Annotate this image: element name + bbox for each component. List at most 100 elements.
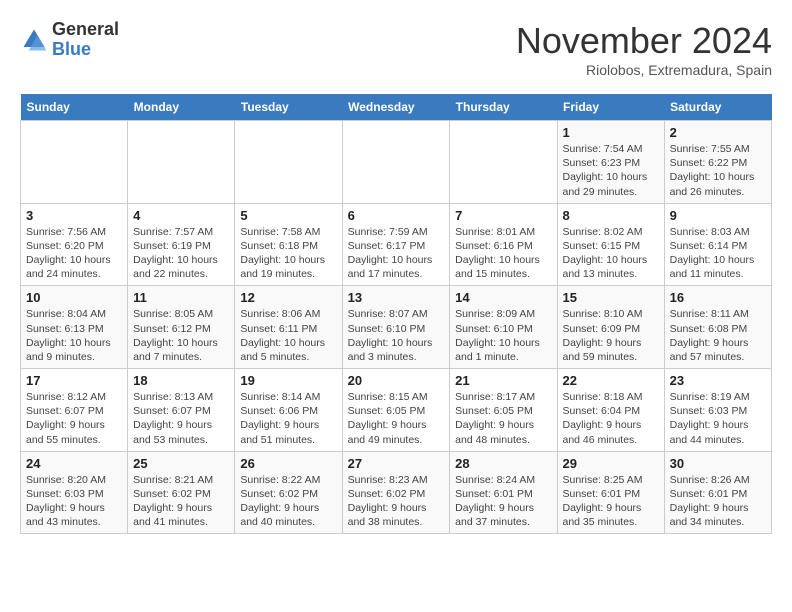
header-thursday: Thursday	[450, 94, 557, 121]
month-title: November 2024	[516, 20, 772, 62]
day-info: Sunrise: 8:11 AMSunset: 6:08 PMDaylight:…	[670, 307, 766, 364]
day-info: Sunrise: 7:54 AMSunset: 6:23 PMDaylight:…	[563, 142, 659, 199]
title-area: November 2024 Riolobos, Extremadura, Spa…	[516, 20, 772, 78]
day-info: Sunrise: 7:58 AMSunset: 6:18 PMDaylight:…	[240, 225, 336, 282]
calendar-cell: 15Sunrise: 8:10 AMSunset: 6:09 PMDayligh…	[557, 286, 664, 369]
calendar-cell: 11 Sunrise: 8:05 AMSunset: 6:12 PMDayligh…	[128, 286, 235, 369]
calendar-cell: 4 Sunrise: 7:57 AMSunset: 6:19 PMDaylight…	[128, 203, 235, 286]
day-info: Sunrise: 8:22 AMSunset: 6:02 PMDaylight:…	[240, 473, 336, 530]
location-subtitle: Riolobos, Extremadura, Spain	[516, 62, 772, 78]
day-info: Sunrise: 8:26 AMSunset: 6:01 PMDaylight:…	[670, 473, 766, 530]
day-info: Sunrise: 7:57 AMSunset: 6:19 PMDaylight:…	[133, 225, 229, 282]
page-header: General Blue November 2024 Riolobos, Ext…	[20, 20, 772, 78]
day-info: Sunrise: 7:56 AMSunset: 6:20 PMDaylight:…	[26, 225, 122, 282]
day-info: Sunrise: 8:14 AMSunset: 6:06 PMDaylight:…	[240, 390, 336, 447]
day-number: 11	[133, 290, 229, 305]
calendar-cell	[235, 121, 342, 204]
day-number: 16	[670, 290, 766, 305]
day-number: 5	[240, 208, 336, 223]
calendar-cell: 3 Sunrise: 7:56 AMSunset: 6:20 PMDaylight…	[21, 203, 128, 286]
calendar-cell: 30 Sunrise: 8:26 AMSunset: 6:01 PMDayligh…	[664, 451, 771, 534]
header-sunday: Sunday	[21, 94, 128, 121]
day-number: 6	[348, 208, 445, 223]
day-number: 19	[240, 373, 336, 388]
day-info: Sunrise: 8:04 AMSunset: 6:13 PMDaylight:…	[26, 307, 122, 364]
logo: General Blue	[20, 20, 119, 60]
day-number: 21	[455, 373, 551, 388]
logo-text: General Blue	[52, 20, 119, 60]
day-info: Sunrise: 8:21 AMSunset: 6:02 PMDaylight:…	[133, 473, 229, 530]
day-number: 2	[670, 125, 766, 140]
calendar-week-row: 3 Sunrise: 7:56 AMSunset: 6:20 PMDaylight…	[21, 203, 772, 286]
header-tuesday: Tuesday	[235, 94, 342, 121]
calendar-cell: 18Sunrise: 8:13 AMSunset: 6:07 PMDayligh…	[128, 369, 235, 452]
calendar-cell: 13 Sunrise: 8:07 AMSunset: 6:10 PMDayligh…	[342, 286, 450, 369]
header-wednesday: Wednesday	[342, 94, 450, 121]
calendar-cell: 24Sunrise: 8:20 AMSunset: 6:03 PMDayligh…	[21, 451, 128, 534]
day-number: 26	[240, 456, 336, 471]
calendar-cell: 12 Sunrise: 8:06 AMSunset: 6:11 PMDayligh…	[235, 286, 342, 369]
day-number: 17	[26, 373, 122, 388]
day-number: 23	[670, 373, 766, 388]
calendar-cell: 14Sunrise: 8:09 AMSunset: 6:10 PMDayligh…	[450, 286, 557, 369]
calendar-cell	[21, 121, 128, 204]
day-info: Sunrise: 8:13 AMSunset: 6:07 PMDaylight:…	[133, 390, 229, 447]
calendar-week-row: 1 Sunrise: 7:54 AMSunset: 6:23 PMDaylight…	[21, 121, 772, 204]
calendar-cell: 21Sunrise: 8:17 AMSunset: 6:05 PMDayligh…	[450, 369, 557, 452]
calendar-cell: 26 Sunrise: 8:22 AMSunset: 6:02 PMDayligh…	[235, 451, 342, 534]
calendar-week-row: 24Sunrise: 8:20 AMSunset: 6:03 PMDayligh…	[21, 451, 772, 534]
day-number: 7	[455, 208, 551, 223]
calendar-week-row: 10 Sunrise: 8:04 AMSunset: 6:13 PMDayligh…	[21, 286, 772, 369]
calendar-cell: 7 Sunrise: 8:01 AMSunset: 6:16 PMDaylight…	[450, 203, 557, 286]
calendar-cell: 22 Sunrise: 8:18 AMSunset: 6:04 PMDayligh…	[557, 369, 664, 452]
day-info: Sunrise: 8:02 AMSunset: 6:15 PMDaylight:…	[563, 225, 659, 282]
day-info: Sunrise: 8:12 AMSunset: 6:07 PMDaylight:…	[26, 390, 122, 447]
day-number: 13	[348, 290, 445, 305]
day-info: Sunrise: 8:25 AMSunset: 6:01 PMDaylight:…	[563, 473, 659, 530]
day-info: Sunrise: 8:07 AMSunset: 6:10 PMDaylight:…	[348, 307, 445, 364]
calendar-cell: 19 Sunrise: 8:14 AMSunset: 6:06 PMDayligh…	[235, 369, 342, 452]
day-number: 12	[240, 290, 336, 305]
day-number: 22	[563, 373, 659, 388]
day-info: Sunrise: 7:55 AMSunset: 6:22 PMDaylight:…	[670, 142, 766, 199]
day-number: 30	[670, 456, 766, 471]
calendar-cell: 6Sunrise: 7:59 AMSunset: 6:17 PMDaylight…	[342, 203, 450, 286]
day-info: Sunrise: 8:19 AMSunset: 6:03 PMDaylight:…	[670, 390, 766, 447]
calendar-cell: 8 Sunrise: 8:02 AMSunset: 6:15 PMDaylight…	[557, 203, 664, 286]
calendar-cell: 5 Sunrise: 7:58 AMSunset: 6:18 PMDaylight…	[235, 203, 342, 286]
header-saturday: Saturday	[664, 94, 771, 121]
calendar-cell: 29 Sunrise: 8:25 AMSunset: 6:01 PMDayligh…	[557, 451, 664, 534]
day-info: Sunrise: 8:05 AMSunset: 6:12 PMDaylight:…	[133, 307, 229, 364]
calendar-header-row: SundayMondayTuesdayWednesdayThursdayFrid…	[21, 94, 772, 121]
day-info: Sunrise: 8:09 AMSunset: 6:10 PMDaylight:…	[455, 307, 551, 364]
header-monday: Monday	[128, 94, 235, 121]
calendar-cell: 16 Sunrise: 8:11 AMSunset: 6:08 PMDayligh…	[664, 286, 771, 369]
calendar-cell: 28Sunrise: 8:24 AMSunset: 6:01 PMDayligh…	[450, 451, 557, 534]
day-info: Sunrise: 8:01 AMSunset: 6:16 PMDaylight:…	[455, 225, 551, 282]
header-friday: Friday	[557, 94, 664, 121]
calendar-cell: 25 Sunrise: 8:21 AMSunset: 6:02 PMDayligh…	[128, 451, 235, 534]
calendar-cell	[450, 121, 557, 204]
logo-icon	[20, 26, 48, 54]
day-info: Sunrise: 8:23 AMSunset: 6:02 PMDaylight:…	[348, 473, 445, 530]
day-number: 3	[26, 208, 122, 223]
day-number: 8	[563, 208, 659, 223]
day-number: 27	[348, 456, 445, 471]
day-info: Sunrise: 8:18 AMSunset: 6:04 PMDaylight:…	[563, 390, 659, 447]
day-info: Sunrise: 8:20 AMSunset: 6:03 PMDaylight:…	[26, 473, 122, 530]
day-number: 29	[563, 456, 659, 471]
day-info: Sunrise: 8:06 AMSunset: 6:11 PMDaylight:…	[240, 307, 336, 364]
day-number: 10	[26, 290, 122, 305]
calendar-cell: 23 Sunrise: 8:19 AMSunset: 6:03 PMDayligh…	[664, 369, 771, 452]
calendar-cell: 9Sunrise: 8:03 AMSunset: 6:14 PMDaylight…	[664, 203, 771, 286]
calendar-cell: 20Sunrise: 8:15 AMSunset: 6:05 PMDayligh…	[342, 369, 450, 452]
calendar-cell	[128, 121, 235, 204]
calendar-cell: 27 Sunrise: 8:23 AMSunset: 6:02 PMDayligh…	[342, 451, 450, 534]
day-number: 20	[348, 373, 445, 388]
day-info: Sunrise: 8:10 AMSunset: 6:09 PMDaylight:…	[563, 307, 659, 364]
day-info: Sunrise: 8:03 AMSunset: 6:14 PMDaylight:…	[670, 225, 766, 282]
day-number: 1	[563, 125, 659, 140]
day-number: 4	[133, 208, 229, 223]
day-number: 25	[133, 456, 229, 471]
day-number: 28	[455, 456, 551, 471]
